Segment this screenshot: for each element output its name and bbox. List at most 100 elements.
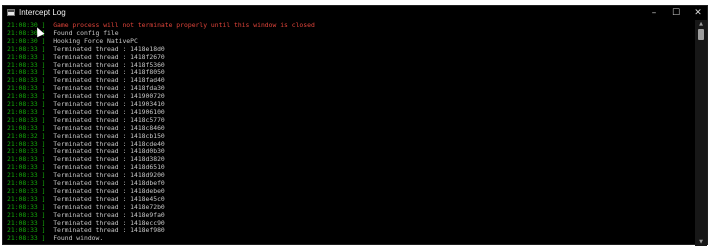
log-message: Terminated thread : 1418cb150: [53, 131, 165, 140]
log-message: Terminated thread : 1418debe0: [53, 186, 165, 195]
log-bracket: ]: [37, 226, 46, 235]
log-message: Game process will not terminate properly…: [53, 21, 315, 29]
log-bracket: ]: [37, 44, 46, 53]
log-line: 21:08:33 ] Terminated thread : 1418dbef0: [7, 179, 165, 187]
log-bracket: ]: [37, 52, 46, 61]
log-message: Terminated thread : 1418e45c0: [53, 194, 165, 203]
log-message: Terminated thread : 1418d3820: [53, 155, 165, 164]
log-message: Terminated thread : 1418fda30: [53, 84, 165, 93]
log-timestamp: 21:08:33: [7, 52, 38, 61]
log-line: 21:08:33 ] Terminated thread : 1418fda30: [7, 84, 165, 92]
log-line: 21:08:33 ] Terminated thread : 1418e72b0: [7, 203, 165, 211]
log-line: 21:08:33 ] Terminated thread : 1418d3820: [7, 155, 165, 163]
log-message: Hooking Force NativePC: [53, 36, 138, 45]
log-message: Found window.: [53, 234, 104, 243]
log-timestamp: 21:08:33: [7, 226, 38, 235]
log-timestamp: 21:08:32: [7, 131, 38, 140]
log-line: 21:08:30 ] Hooking Force NativePC: [7, 37, 138, 45]
log-timestamp: 21:08:30: [7, 36, 38, 45]
log-message: Terminated thread : 1418d6510: [53, 163, 165, 172]
log-line: 21:08:33 ] Terminated thread : 1418debe0: [7, 187, 165, 195]
maximize-button[interactable]: ☐: [665, 6, 687, 20]
console-output[interactable]: 21:08:30 ] Game process will not termina…: [3, 20, 695, 246]
scroll-down-arrow-icon[interactable]: ▼: [695, 238, 707, 246]
log-timestamp: 21:08:33: [7, 218, 38, 227]
log-timestamp: 21:08:33: [7, 44, 38, 53]
log-bracket: ]: [37, 234, 46, 243]
log-timestamp: 21:08:33: [7, 155, 38, 164]
log-timestamp: 21:08:33: [7, 100, 38, 108]
log-bracket: ]: [37, 92, 46, 101]
log-line: 21:08:33 ] Found window.: [7, 234, 103, 242]
log-bracket: ]: [37, 123, 46, 132]
log-line: 21:08:33 ] Terminated thread : 1418d6510: [7, 163, 165, 171]
log-timestamp: 21:08:33: [7, 123, 38, 132]
log-message: Terminated thread : 141906100: [53, 107, 165, 116]
log-line: 21:08:33 ] Terminated thread : 1418cde40: [7, 140, 165, 148]
log-line: 21:08:33 ] Terminated thread : 1418e45c0: [7, 195, 165, 203]
log-line: 21:08:32 ] Terminated thread : 1418cb150: [7, 132, 165, 140]
console-window: Intercept Log – ☐ ✕ 21:08:30 ] Game proc…: [2, 5, 708, 246]
log-message: Terminated thread : 1418e72b0: [53, 202, 165, 211]
log-message: Terminated thread : 1418dbef0: [53, 179, 165, 187]
log-timestamp: 21:08:33: [7, 139, 38, 148]
log-bracket: ]: [37, 100, 46, 108]
log-bracket: ]: [37, 60, 46, 69]
log-bracket: ]: [37, 68, 46, 77]
log-message: Terminated thread : 1418c5770: [53, 115, 165, 124]
scrollbar-thumb[interactable]: [698, 29, 704, 40]
log-message: Terminated thread : 1418f5360: [53, 60, 165, 69]
log-message: Terminated thread : 141903410: [53, 100, 165, 108]
log-bracket: ]: [37, 147, 46, 156]
log-message: Terminated thread : 1418c8460: [53, 123, 165, 132]
log-bracket: ]: [37, 139, 46, 148]
log-line: 21:08:33 ] Terminated thread : 1418c8460: [7, 124, 165, 132]
log-bracket: ]: [37, 179, 46, 187]
log-timestamp: 21:08:33: [7, 60, 38, 69]
log-line: 21:08:33 ] Terminated thread : 1418c5770: [7, 116, 165, 124]
title-bar[interactable]: Intercept Log – ☐ ✕: [3, 6, 707, 20]
log-bracket: ]: [37, 107, 46, 116]
log-line: 21:08:33 ] Terminated thread : 1418f5360: [7, 61, 165, 69]
log-line: 21:08:33 ] Terminated thread : 1418ef980: [7, 226, 165, 234]
close-button[interactable]: ✕: [687, 6, 709, 20]
scroll-up-arrow-icon[interactable]: ▲: [695, 20, 707, 28]
log-bracket: ]: [37, 171, 46, 180]
log-line: 21:08:33 ] Terminated thread : 141900720: [7, 92, 165, 100]
log-message: Terminated thread : 1418d9200: [53, 171, 165, 180]
log-line: 21:08:33 ] Terminated thread : 1418e9fa0: [7, 211, 165, 219]
log-timestamp: 21:08:33: [7, 68, 38, 77]
log-timestamp: 21:08:33: [7, 194, 38, 203]
log-message: Terminated thread : 1418e18d0: [53, 44, 165, 53]
log-timestamp: 21:08:33: [7, 234, 38, 243]
log-bracket: ]: [37, 36, 46, 45]
log-message: Terminated thread : 1418f8050: [53, 68, 165, 77]
log-bracket: ]: [37, 186, 46, 195]
log-line: 21:08:33 ] Terminated thread : 1418e18d0: [7, 45, 165, 53]
log-line: 21:08:30 ] Game process will not termina…: [7, 21, 315, 29]
log-message: Terminated thread : 1418f2670: [53, 52, 165, 61]
window-title: Intercept Log: [19, 8, 66, 17]
log-message: Terminated thread : 1418fad40: [53, 76, 165, 85]
log-bracket: ]: [37, 131, 46, 140]
log-timestamp: 21:08:33: [7, 92, 38, 101]
log-line: 21:08:33 ] Terminated thread : 1418f8050: [7, 68, 165, 76]
log-timestamp: 21:08:33: [7, 84, 38, 93]
console-app-icon: [7, 9, 15, 16]
log-line: 21:08:33 ] Terminated thread : 1418d9200: [7, 171, 165, 179]
log-bracket: ]: [37, 202, 46, 211]
log-bracket: ]: [37, 84, 46, 93]
log-timestamp: 21:08:33: [7, 147, 38, 156]
log-line: 21:08:33 ] Terminated thread : 1418fad40: [7, 76, 165, 84]
log-message: Terminated thread : 1418d0b30: [53, 147, 165, 156]
minimize-button[interactable]: –: [643, 6, 665, 20]
log-timestamp: 21:08:33: [7, 115, 38, 124]
log-timestamp: 21:08:33: [7, 202, 38, 211]
vertical-scrollbar[interactable]: ▲ ▼: [695, 20, 707, 246]
log-bracket: ]: [37, 115, 46, 124]
log-bracket: ]: [37, 163, 46, 172]
log-timestamp: 21:08:33: [7, 186, 38, 195]
log-message: Terminated thread : 1418ef980: [53, 226, 165, 235]
log-message: Terminated thread : 1418cde40: [53, 139, 165, 148]
log-line: 21:08:30 ] Found config file: [7, 29, 119, 37]
